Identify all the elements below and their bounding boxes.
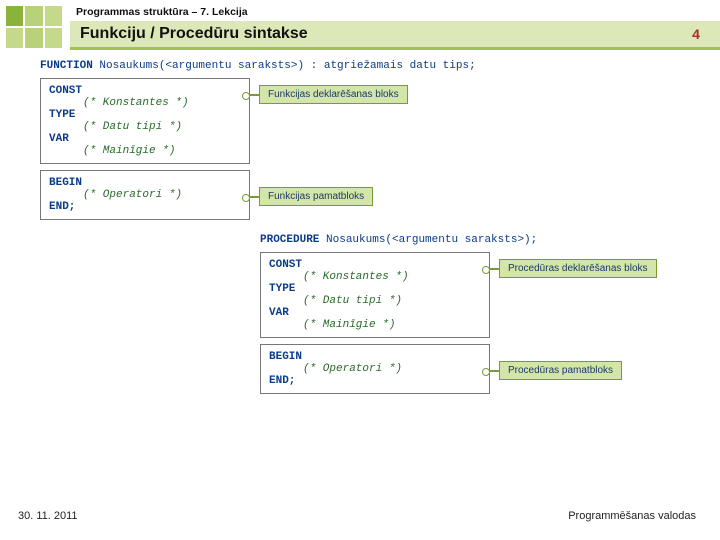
procedure-signature-rest: Nosaukums(<argumentu saraksts>); bbox=[319, 234, 537, 246]
callout-procedure-declaration: Procedūras deklarēšanas bloks bbox=[499, 259, 657, 278]
keyword-const: CONST bbox=[49, 85, 82, 97]
slide-footer: 30. 11. 2011 Programmēšanas valodas bbox=[18, 510, 696, 522]
callout-function-declaration: Funkcijas deklarēšanas bloks bbox=[259, 85, 408, 104]
comment-types: (* Datu tipi *) bbox=[49, 121, 241, 133]
footer-date: 30. 11. 2011 bbox=[18, 510, 78, 522]
keyword-var: VAR bbox=[49, 133, 69, 145]
callout-function-body: Funkcijas pamatbloks bbox=[259, 187, 373, 206]
procedure-declaration-block: CONST (* Konstantes *) TYPE (* Datu tipi… bbox=[260, 252, 490, 338]
comment-operators: (* Operatori *) bbox=[269, 363, 481, 375]
keyword-procedure: PROCEDURE bbox=[260, 234, 319, 246]
function-declaration-block: CONST (* Konstantes *) TYPE (* Datu tipi… bbox=[40, 78, 250, 164]
keyword-end: END; bbox=[269, 375, 295, 387]
header-text: Programmas struktūra – 7. Lekcija Funkci… bbox=[70, 0, 720, 52]
page-number: 4 bbox=[672, 21, 720, 50]
keyword-begin: BEGIN bbox=[269, 351, 302, 363]
function-body-block: BEGIN (* Operatori *) END; Funkcijas pam… bbox=[40, 170, 250, 220]
comment-vars: (* Mainīgie *) bbox=[269, 319, 481, 331]
keyword-type: TYPE bbox=[269, 283, 295, 295]
footer-course: Programmēšanas valodas bbox=[568, 510, 696, 522]
comment-operators: (* Operatori *) bbox=[49, 189, 241, 201]
function-signature-rest: Nosaukums(<argumentu saraksts>) : atgrie… bbox=[93, 60, 476, 72]
keyword-const: CONST bbox=[269, 259, 302, 271]
comment-types: (* Datu tipi *) bbox=[269, 295, 481, 307]
procedure-section: PROCEDURE Nosaukums(<argumentu saraksts>… bbox=[260, 234, 702, 394]
keyword-end: END; bbox=[49, 201, 75, 213]
comment-constants: (* Konstantes *) bbox=[49, 97, 241, 109]
keyword-begin: BEGIN bbox=[49, 177, 82, 189]
keyword-type: TYPE bbox=[49, 109, 75, 121]
callout-procedure-body: Procedūras pamatbloks bbox=[499, 361, 622, 380]
slide-header: Programmas struktūra – 7. Lekcija Funkci… bbox=[0, 0, 720, 52]
function-signature: FUNCTION Nosaukums(<argumentu saraksts>)… bbox=[40, 60, 702, 72]
logo-icon bbox=[0, 0, 70, 52]
comment-vars: (* Mainīgie *) bbox=[49, 145, 241, 157]
keyword-function: FUNCTION bbox=[40, 60, 93, 72]
page-title: Funkciju / Procedūru sintakse bbox=[70, 21, 672, 50]
keyword-var: VAR bbox=[269, 307, 289, 319]
comment-constants: (* Konstantes *) bbox=[269, 271, 481, 283]
procedure-signature: PROCEDURE Nosaukums(<argumentu saraksts>… bbox=[260, 234, 702, 246]
procedure-body-block: BEGIN (* Operatori *) END; Procedūras pa… bbox=[260, 344, 490, 394]
breadcrumb: Programmas struktūra – 7. Lekcija bbox=[70, 0, 720, 21]
slide-content: FUNCTION Nosaukums(<argumentu saraksts>)… bbox=[0, 52, 720, 394]
